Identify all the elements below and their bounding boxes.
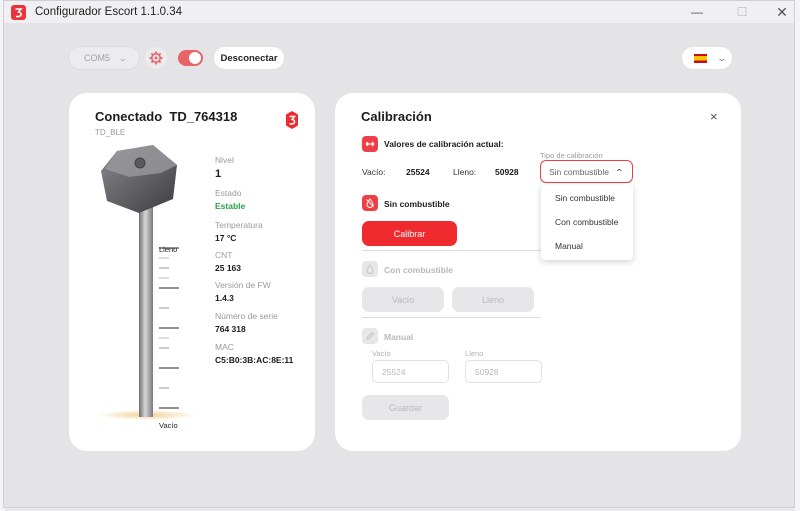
- empty-value: 25524: [406, 167, 430, 177]
- calibration-card: Calibración × Valores de calibración act…: [335, 93, 741, 451]
- calibration-type-select[interactable]: Sin combustible ⌄: [540, 160, 633, 183]
- fuel-probe-illustration: [97, 145, 197, 420]
- info-label: Versión de FW: [215, 280, 271, 290]
- calibration-type-value: Sin combustible: [549, 166, 610, 177]
- menu-item-with-fuel[interactable]: Con combustible: [555, 217, 618, 227]
- close-calibration-button[interactable]: ×: [710, 109, 718, 124]
- no-fuel-heading: Sin combustible: [384, 199, 450, 209]
- info-level: Nivel 1: [215, 155, 234, 180]
- level-gauge: [159, 247, 179, 409]
- manual-heading: Manual: [384, 332, 414, 342]
- spain-flag-icon: [694, 53, 707, 63]
- manual-full-label: Lleno: [465, 349, 484, 358]
- full-value: 50928: [495, 167, 519, 177]
- status-value: Estable: [215, 201, 246, 211]
- info-value: 17 °C: [215, 233, 237, 243]
- section-divider: [362, 317, 541, 318]
- language-select[interactable]: ⌄: [681, 46, 733, 70]
- toggle-knob: [189, 52, 201, 64]
- info-firmware: Versión de FW 1.4.3: [215, 280, 271, 303]
- calibrate-button[interactable]: Calibrar: [362, 221, 457, 246]
- chevron-down-icon: ⌄: [716, 52, 728, 63]
- app-logo-icon: [11, 4, 26, 20]
- section-divider: [362, 250, 541, 251]
- info-label: CNT: [215, 250, 233, 260]
- disconnect-button[interactable]: Desconectar: [213, 46, 285, 70]
- info-value: 764 318: [215, 324, 246, 334]
- device-card: Conectado TD_764318 TD_BLE Lleno Vacío N…: [69, 93, 315, 451]
- info-status: Estado Estable: [215, 188, 245, 211]
- info-label: Estado: [215, 188, 242, 198]
- calibration-title: Calibración: [361, 109, 432, 124]
- set-empty-button[interactable]: Vacío: [362, 287, 444, 312]
- gear-icon: [149, 51, 163, 65]
- with-fuel-heading: Con combustible: [384, 265, 453, 275]
- minimize-button[interactable]: —: [679, 1, 715, 23]
- full-label: Lleno:: [453, 167, 477, 177]
- info-label: MAC: [215, 342, 234, 352]
- menu-item-manual[interactable]: Manual: [555, 241, 583, 251]
- info-temperature: Temperatura 17 °C: [215, 220, 263, 243]
- port-value: COM5: [84, 53, 111, 63]
- brand-logo-icon: [286, 111, 298, 129]
- gauge-empty-label: Vacío: [159, 421, 178, 430]
- device-subtitle: TD_BLE: [95, 128, 126, 137]
- pencil-icon: [362, 328, 378, 344]
- set-full-button[interactable]: Lleno: [452, 287, 534, 312]
- settings-button[interactable]: [145, 47, 167, 69]
- calibration-type-menu: Sin combustible Con combustible Manual: [541, 184, 633, 260]
- port-select[interactable]: COM5 ⌄: [68, 46, 140, 70]
- chevron-up-icon: ⌄: [614, 167, 625, 176]
- empty-label: Vacío:: [362, 167, 386, 177]
- info-label: Número de serie: [215, 311, 278, 321]
- device-title: Conectado TD_764318: [95, 109, 238, 124]
- calibration-type-caption: Tipo de calibración: [540, 151, 603, 160]
- info-cnt: CNT 25 163: [215, 250, 241, 273]
- close-window-button[interactable]: ✕: [764, 1, 800, 23]
- info-value: 25 163: [215, 263, 241, 273]
- fuel-icon: [362, 261, 378, 277]
- info-mac: MAC C5:B0:3B:AC:8E:11: [215, 342, 293, 365]
- manual-empty-label: Vacío: [372, 349, 391, 358]
- current-values-heading: Valores de calibración actual:: [384, 139, 504, 149]
- connection-toggle[interactable]: [178, 50, 203, 66]
- save-button[interactable]: Guardar: [362, 395, 449, 420]
- app-window: Configurador Escort 1.1.0.34 — ☐ ✕ COM5 …: [3, 0, 795, 508]
- info-value: C5:B0:3B:AC:8E:11: [215, 355, 294, 365]
- info-value: 1.4.3: [215, 293, 234, 303]
- manual-full-input[interactable]: 50928: [465, 360, 542, 383]
- menu-item-no-fuel[interactable]: Sin combustible: [555, 193, 615, 203]
- manual-empty-input[interactable]: 25524: [372, 360, 449, 383]
- maximize-button[interactable]: ☐: [724, 1, 760, 23]
- gauge-full-label: Lleno: [159, 245, 178, 254]
- info-value: 1: [215, 168, 222, 180]
- window-title: Configurador Escort 1.1.0.34: [35, 6, 183, 18]
- toolbar: COM5 ⌄ Desconectar ⌄: [4, 46, 794, 70]
- info-label: Temperatura: [215, 220, 263, 230]
- info-serial: Número de serie 764 318: [215, 311, 278, 334]
- info-label: Nivel: [215, 155, 234, 165]
- no-fuel-icon: [362, 195, 378, 211]
- title-bar: Configurador Escort 1.1.0.34 — ☐ ✕: [4, 1, 794, 23]
- chevron-down-icon: ⌄: [117, 52, 129, 63]
- calibration-values-icon: [362, 136, 378, 152]
